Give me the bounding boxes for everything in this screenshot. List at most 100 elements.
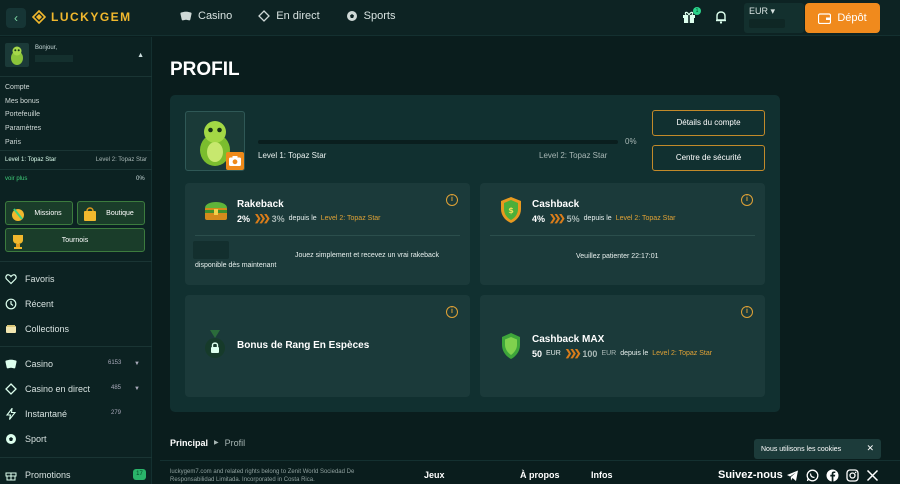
logo[interactable]: LUCKYGEM xyxy=(32,10,132,24)
sidebar-level: Level 1: Topaz Star Level 2: Topaz Star xyxy=(5,157,147,163)
footer-about-heading: À propos xyxy=(520,470,560,480)
level-progress-pct: 0% xyxy=(625,137,637,146)
divider xyxy=(0,261,152,262)
sidebar-item-recent-label: Récent xyxy=(25,299,54,309)
chevron-down-icon[interactable]: ▼ xyxy=(134,361,140,367)
link-bets[interactable]: Paris xyxy=(5,136,41,150)
camera-icon xyxy=(229,156,241,166)
sidebar-item-sport-label: Sport xyxy=(25,434,47,444)
account-details-button[interactable]: Détails du compte xyxy=(652,110,765,136)
nav-sports[interactable]: Sports xyxy=(346,10,395,22)
security-center-button[interactable]: Centre de sécurité xyxy=(652,145,765,171)
cashback-max-next-unit: EUR xyxy=(601,350,617,357)
rakeback-rate: 2% ❯❯❯ 3% depuis le Level 2: Topaz Star xyxy=(237,213,381,224)
sidebar-level-next: Level 2: Topaz Star xyxy=(95,157,147,163)
upload-photo-button[interactable] xyxy=(226,152,244,170)
breadcrumb: Principal ▶ Profil xyxy=(170,438,245,449)
sidebar-item-recent[interactable]: Récent xyxy=(5,298,54,310)
footer-legal-line-1: luckygem7.com and related rights belong … xyxy=(170,469,355,475)
instagram-icon[interactable] xyxy=(846,469,859,482)
x-twitter-icon[interactable] xyxy=(866,469,879,482)
promotions-count-badge: 17 xyxy=(133,469,146,480)
tile-tournaments-label: Tournois xyxy=(61,236,89,244)
footer-legal: luckygem7.com and related rights belong … xyxy=(170,468,390,484)
treasure-chest-icon xyxy=(205,202,227,220)
nav-live[interactable]: En direct xyxy=(258,10,320,22)
divider xyxy=(0,346,152,347)
ball-icon xyxy=(6,434,16,444)
rank-bonus-card: Bonus de Rang En Espèces i xyxy=(185,295,470,397)
footer-divider xyxy=(160,460,900,461)
divider xyxy=(490,235,755,236)
link-bonuses[interactable]: Mes bonus xyxy=(5,95,41,109)
lock-medal-icon xyxy=(205,330,225,358)
tile-missions[interactable]: Missions xyxy=(5,201,73,225)
rakeback-title: Rakeback xyxy=(237,199,284,210)
profile-panel: 0% Level 1: Topaz Star Level 2: Topaz St… xyxy=(170,95,780,412)
shop-bag-icon xyxy=(84,207,96,221)
telegram-icon[interactable] xyxy=(786,469,799,482)
lightning-icon xyxy=(5,408,17,420)
sidebar-item-sport[interactable]: Sport xyxy=(5,433,47,445)
footer-legal-line-2: Responsabilidad Limitada. Incorporated i… xyxy=(170,477,315,483)
level-next: Level 2: Topaz Star xyxy=(539,151,608,160)
link-wallet[interactable]: Portefeuille xyxy=(5,108,41,122)
live-count: 485 xyxy=(111,385,122,391)
nav-casino[interactable]: Casino xyxy=(180,10,232,22)
collapse-sidebar-button[interactable]: ‹ xyxy=(6,8,26,28)
frog-avatar-icon xyxy=(11,46,23,65)
cashback-max-current-unit: EUR xyxy=(546,350,561,357)
sidebar-item-instant[interactable]: Instantané xyxy=(5,408,67,420)
whatsapp-icon[interactable] xyxy=(806,469,819,482)
deposit-button[interactable]: Dépôt xyxy=(805,3,880,33)
close-icon[interactable]: ✕ xyxy=(866,443,874,454)
sidebar-item-collections[interactable]: Collections xyxy=(5,323,69,335)
footer-info-heading: Infos xyxy=(591,470,613,480)
sidebar-item-casino-label: Casino xyxy=(25,359,54,369)
info-icon[interactable]: i xyxy=(741,306,753,318)
rakeback-message-1: Jouez simplement et recevez un vrai rake… xyxy=(295,252,439,259)
bell-icon[interactable] xyxy=(714,10,728,24)
info-icon[interactable]: i xyxy=(446,194,458,206)
user-menu[interactable]: Bonjour, ▲ xyxy=(5,43,147,73)
divider xyxy=(195,235,460,236)
cashback-level: Level 2: Topaz Star xyxy=(615,215,676,222)
sidebar-item-favorites[interactable]: Favoris xyxy=(5,273,55,285)
cashback-max-current: 50 xyxy=(532,348,543,359)
cashback-wait: Veuillez patienter 22:17:01 xyxy=(576,253,659,260)
link-account[interactable]: Compte xyxy=(5,81,41,95)
sidebar-item-casino[interactable]: Casino xyxy=(5,358,53,370)
cookie-text: Nous utilisons les cookies xyxy=(761,445,842,453)
main-nav: Casino En direct Sports xyxy=(180,10,395,22)
breadcrumb-home[interactable]: Principal xyxy=(170,438,208,449)
chevrons-right-icon: ❯❯❯ xyxy=(254,213,271,223)
sidebar-item-collections-label: Collections xyxy=(25,324,70,334)
tile-shop[interactable]: Boutique xyxy=(77,201,145,225)
cashback-rate: 4% ❯❯❯ 5% depuis le Level 2: Topaz Star xyxy=(532,213,676,224)
page-title: PROFIL xyxy=(170,59,240,80)
gift-count-badge: 1 xyxy=(693,7,701,15)
breadcrumb-current: Profil xyxy=(224,438,246,448)
rakeback-since: depuis le xyxy=(288,215,317,222)
cashback-since: depuis le xyxy=(583,215,612,222)
cashback-next: 5% xyxy=(566,213,580,224)
missions-icon xyxy=(12,208,24,221)
level-current: Level 1: Topaz Star xyxy=(258,151,327,160)
see-more-link[interactable]: voir plus xyxy=(5,176,27,182)
gem-icon xyxy=(32,10,46,24)
facebook-icon[interactable] xyxy=(826,469,839,482)
profile-avatar[interactable] xyxy=(185,111,245,171)
rakeback-next: 3% xyxy=(271,213,285,224)
info-icon[interactable]: i xyxy=(741,194,753,206)
shield-icon xyxy=(502,333,520,359)
chevron-down-icon[interactable]: ▼ xyxy=(134,386,140,392)
sidebar-item-live-casino[interactable]: Casino en direct xyxy=(5,383,90,395)
cashback-max-since: depuis le xyxy=(620,350,649,357)
currency-selector[interactable]: EUR ▾ xyxy=(744,3,804,33)
link-settings[interactable]: Paramètres xyxy=(5,122,41,136)
sidebar-item-promotions[interactable]: Promotions xyxy=(5,469,71,481)
sidebar-item-promotions-label: Promotions xyxy=(25,470,71,480)
chevrons-right-icon: ❯❯❯ xyxy=(564,348,582,358)
tile-tournaments[interactable]: Tournois xyxy=(5,228,145,252)
info-icon[interactable]: i xyxy=(446,306,458,318)
